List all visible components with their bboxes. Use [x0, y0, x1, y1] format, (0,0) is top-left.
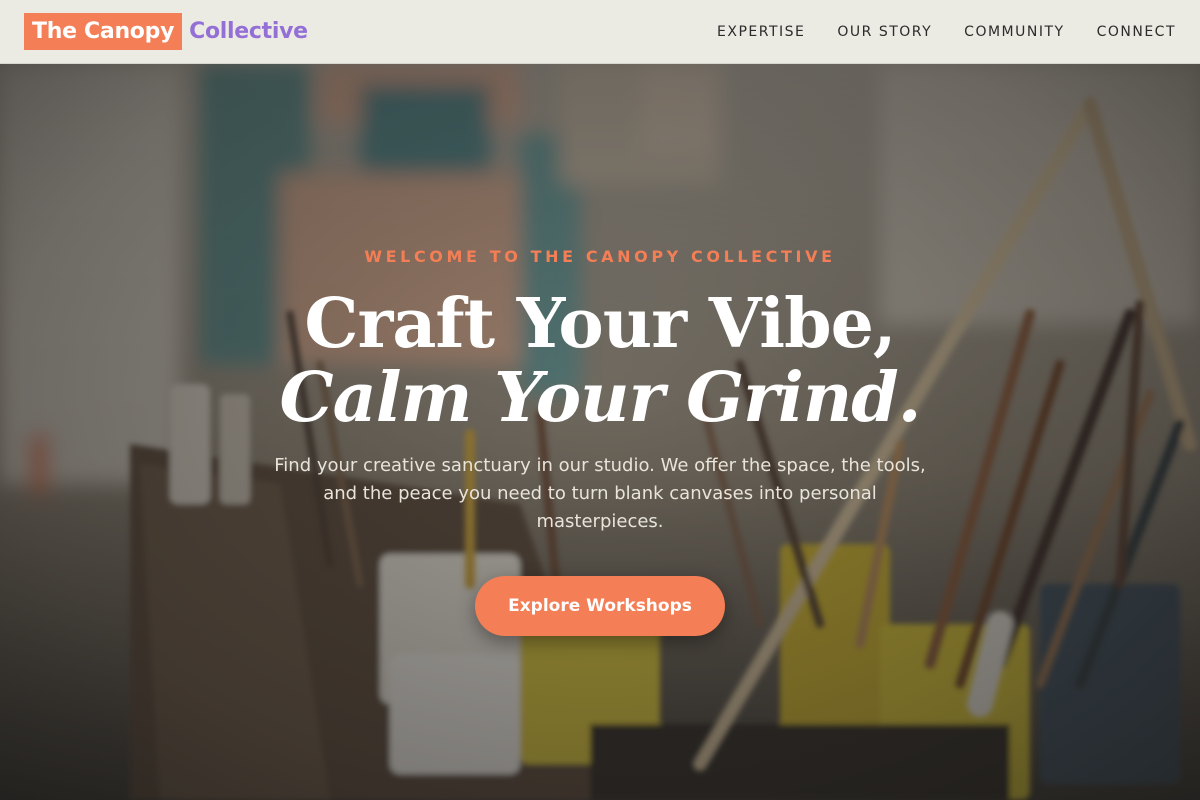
logo[interactable]: The Canopy Collective [24, 13, 308, 50]
logo-wordmark[interactable]: Collective [189, 19, 308, 44]
nav-link-our-story[interactable]: OUR STORY [837, 24, 932, 40]
hero-eyebrow: WELCOME TO THE CANOPY COLLECTIVE [364, 247, 836, 266]
nav-link-community[interactable]: COMMUNITY [964, 24, 1064, 40]
site-header: The Canopy Collective EXPERTISE OUR STOR… [0, 0, 1200, 64]
explore-workshops-button[interactable]: Explore Workshops [475, 576, 725, 636]
nav-link-connect[interactable]: CONNECT [1097, 24, 1176, 40]
hero-section: WELCOME TO THE CANOPY COLLECTIVE Craft Y… [0, 64, 1200, 800]
logo-mark[interactable]: The Canopy [24, 13, 183, 50]
hero-headline-line2: Calm Your Grind. [279, 358, 922, 438]
nav-link-expertise[interactable]: EXPERTISE [717, 24, 805, 40]
hero-content: WELCOME TO THE CANOPY COLLECTIVE Craft Y… [0, 64, 1200, 800]
hero-headline-line1: Craft Your Vibe, [304, 284, 896, 364]
hero-description: Find your creative sanctuary in our stud… [274, 455, 926, 532]
main-nav: EXPERTISE OUR STORY COMMUNITY CONNECT [685, 24, 1176, 40]
